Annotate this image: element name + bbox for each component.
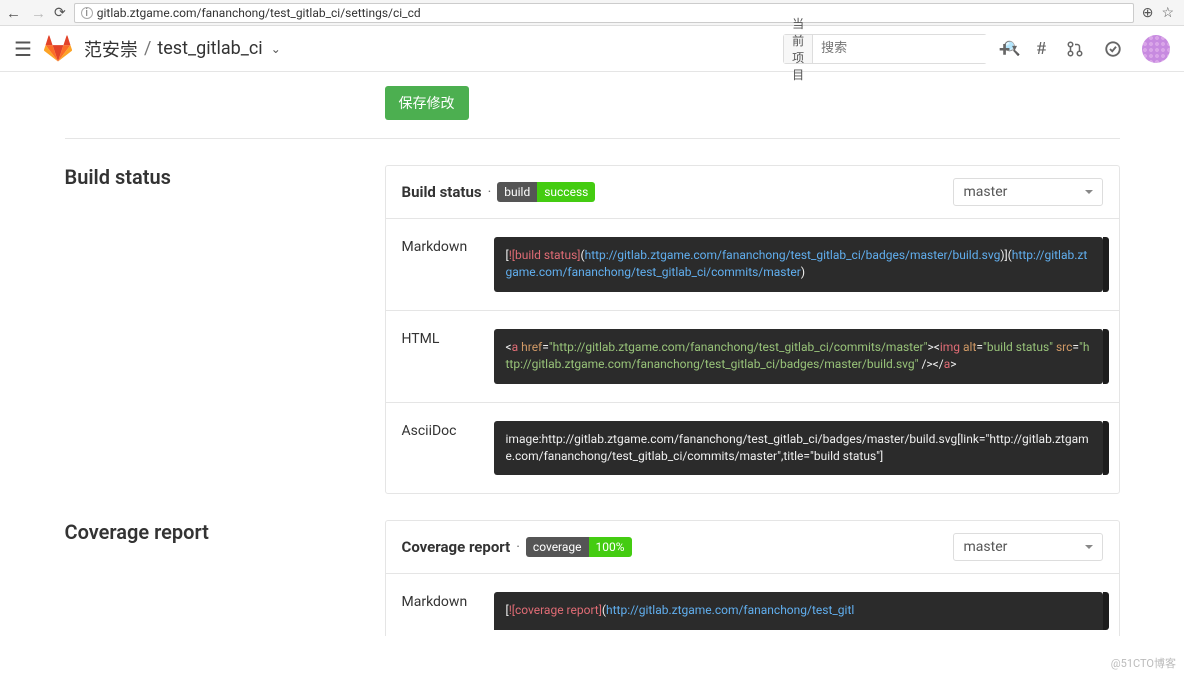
- plus-dropdown[interactable]: +▾: [999, 37, 1017, 61]
- header-search: 当前项目 🔍: [783, 34, 987, 64]
- code-asciidoc[interactable]: image:http://gitlab.ztgame.com/fananchon…: [494, 421, 1103, 476]
- code-markdown[interactable]: [![coverage report](http://gitlab.ztgame…: [494, 592, 1103, 629]
- branch-select[interactable]: master: [953, 178, 1103, 206]
- panel-header: Build status · build success master: [386, 166, 1119, 219]
- row-markdown: Markdown [![coverage report](http://gitl…: [386, 574, 1119, 635]
- row-html: HTML <a href="http://gitlab.ztgame.com/f…: [386, 311, 1119, 403]
- zoom-icon[interactable]: ⊕: [1142, 5, 1154, 21]
- code-html[interactable]: <a href="http://gitlab.ztgame.com/fananc…: [494, 329, 1103, 384]
- row-label-html: HTML: [402, 329, 484, 384]
- build-status-panel: Build status · build success master Mark…: [385, 165, 1120, 494]
- chevron-down-icon[interactable]: ⌄: [271, 42, 281, 56]
- bookmark-star-icon[interactable]: ☆: [1161, 5, 1174, 21]
- search-scope[interactable]: 当前项目: [784, 35, 813, 63]
- merge-request-icon[interactable]: [1066, 40, 1084, 58]
- coverage-panel: Coverage report · coverage 100% master M…: [385, 520, 1120, 635]
- gitlab-logo-icon[interactable]: [44, 35, 72, 63]
- badge-right: success: [537, 182, 595, 202]
- panel-title: Coverage report: [402, 538, 511, 556]
- row-label-markdown: Markdown: [402, 237, 484, 292]
- coverage-heading: Coverage report: [65, 520, 365, 544]
- panel-title: Build status: [402, 183, 482, 201]
- breadcrumb-project[interactable]: test_gitlab_ci: [157, 38, 262, 59]
- section-heading-col: Coverage report: [65, 520, 385, 635]
- url-bar[interactable]: i gitlab.ztgame.com/fananchong/test_gitl…: [74, 3, 1134, 23]
- save-button[interactable]: 保存修改: [385, 86, 469, 120]
- branch-select[interactable]: master: [953, 533, 1103, 561]
- breadcrumb-group[interactable]: 范安崇: [84, 36, 138, 62]
- page-content: 保存修改 Build status Build status · build s…: [65, 72, 1120, 676]
- save-row: 保存修改: [65, 72, 1120, 138]
- row-markdown: Markdown [![build status](http://gitlab.…: [386, 219, 1119, 311]
- dot-separator: ·: [488, 184, 492, 200]
- row-label-asciidoc: AsciiDoc: [402, 421, 484, 476]
- url-actions: ⊕ ☆: [1142, 5, 1178, 21]
- breadcrumb: 范安崇 / test_gitlab_ci ⌄: [84, 36, 281, 62]
- coverage-badge: coverage 100%: [526, 537, 632, 557]
- reload-button[interactable]: ⟳: [54, 5, 66, 21]
- section-heading-col: Build status: [65, 165, 385, 494]
- row-label-markdown: Markdown: [402, 592, 484, 629]
- build-status-heading: Build status: [65, 165, 365, 189]
- badge-right: 100%: [589, 537, 632, 557]
- search-input[interactable]: [813, 35, 995, 63]
- section-build-status: Build status Build status · build succes…: [65, 139, 1120, 494]
- watermark: @51CTO博客: [1111, 655, 1176, 671]
- gitlab-header: ☰ 范安崇 / test_gitlab_ci ⌄ 当前项目 🔍 +▾ #: [0, 26, 1184, 72]
- hash-icon[interactable]: #: [1037, 38, 1046, 59]
- build-badge: build success: [497, 182, 595, 202]
- row-asciidoc: AsciiDoc image:http://gitlab.ztgame.com/…: [386, 403, 1119, 494]
- back-button[interactable]: ←: [6, 4, 21, 22]
- code-markdown[interactable]: [![build status](http://gitlab.ztgame.co…: [494, 237, 1103, 292]
- browser-toolbar: ← → ⟳ i gitlab.ztgame.com/fananchong/tes…: [0, 0, 1184, 26]
- panel-header: Coverage report · coverage 100% master: [386, 521, 1119, 574]
- user-avatar[interactable]: [1142, 35, 1170, 63]
- breadcrumb-separator: /: [144, 38, 151, 59]
- forward-button[interactable]: →: [31, 4, 46, 22]
- hamburger-menu-icon[interactable]: ☰: [14, 37, 32, 61]
- site-info-icon[interactable]: i: [81, 7, 93, 19]
- nav-arrows: ← →: [6, 4, 46, 22]
- badge-left: build: [497, 182, 537, 202]
- badge-left: coverage: [526, 537, 589, 557]
- todos-icon[interactable]: [1104, 40, 1122, 58]
- header-icons: +▾ #: [999, 35, 1170, 63]
- dot-separator: ·: [516, 539, 520, 555]
- section-coverage: Coverage report Coverage report · covera…: [65, 494, 1120, 635]
- url-text: gitlab.ztgame.com/fananchong/test_gitlab…: [97, 6, 421, 20]
